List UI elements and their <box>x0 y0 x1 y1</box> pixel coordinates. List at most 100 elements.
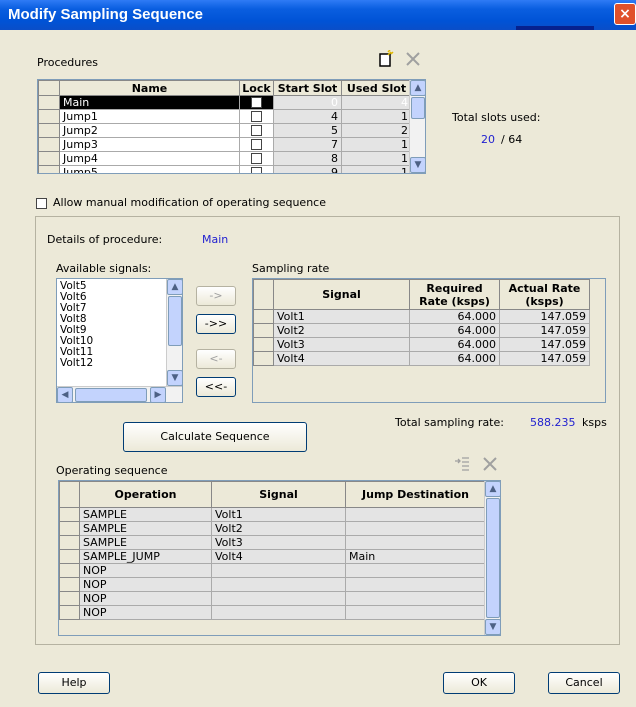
procedures-table[interactable]: Name Lock Start Slot Used Slot Main ✓ 0 4 Ju… <box>37 79 426 174</box>
procedure-lock[interactable] <box>239 123 274 138</box>
required-rate[interactable]: 64.000 <box>409 337 500 352</box>
row-header[interactable] <box>38 151 60 166</box>
scroll-down-icon[interactable]: ▼ <box>485 619 500 635</box>
jump-destination[interactable] <box>345 591 486 606</box>
procedure-lock[interactable] <box>239 165 274 173</box>
help-button[interactable]: Help <box>38 672 110 694</box>
operation-signal[interactable]: Volt3 <box>211 535 346 550</box>
procedure-row[interactable]: Jump2 5 2 <box>38 123 412 138</box>
available-signals-list[interactable]: Volt5 Volt6 Volt7 Volt8 Volt9 Volt10 Volt11 Vol… <box>56 278 183 403</box>
ok-button[interactable]: OK <box>443 672 515 694</box>
lock-checkbox[interactable] <box>251 139 262 150</box>
operation-row[interactable]: SAMPLE Volt2 <box>59 521 486 536</box>
col-signal[interactable]: Signal <box>273 279 410 310</box>
row-header[interactable] <box>38 123 60 138</box>
required-rate[interactable]: 64.000 <box>409 323 500 338</box>
row-header[interactable] <box>59 577 80 592</box>
manual-mod-check-box[interactable] <box>36 197 47 209</box>
procedure-name[interactable]: Main <box>59 95 240 110</box>
opseq-scrollbar[interactable]: ▲ ▼ <box>484 481 500 635</box>
operation[interactable]: NOP <box>79 563 212 578</box>
scroll-up-icon[interactable]: ▲ <box>167 279 182 295</box>
operating-sequence-table[interactable]: Operation Signal Jump Destination SAMPLE… <box>58 480 501 636</box>
operation-row[interactable]: NOP <box>59 605 486 620</box>
lock-checkbox[interactable] <box>251 125 262 136</box>
delete-procedure-button[interactable] <box>402 50 424 70</box>
close-icon[interactable]: × <box>614 3 636 25</box>
sampling-row[interactable]: Volt2 64.000 147.059 <box>253 323 590 338</box>
required-rate[interactable]: 64.000 <box>409 351 500 366</box>
available-signal-item[interactable]: Volt12 <box>57 358 182 369</box>
operation[interactable]: NOP <box>79 591 212 606</box>
col-operation[interactable]: Operation <box>79 481 212 508</box>
row-header[interactable] <box>59 535 80 550</box>
available-vscroll[interactable]: ▲ ▼ <box>166 279 182 386</box>
col-actual-rate[interactable]: Actual Rate (ksps) <box>499 279 590 310</box>
operation-row[interactable]: SAMPLE Volt3 <box>59 535 486 550</box>
lock-checkbox[interactable] <box>251 167 262 173</box>
procedure-lock[interactable] <box>239 109 274 124</box>
procedure-row[interactable]: Main ✓ 0 4 <box>38 95 412 110</box>
procedure-row[interactable]: Jump3 7 1 <box>38 137 412 152</box>
operation[interactable]: SAMPLE <box>79 507 212 522</box>
procedure-name[interactable]: Jump1 <box>59 109 240 124</box>
row-header[interactable] <box>253 323 274 338</box>
calculate-sequence-button[interactable]: Calculate Sequence <box>123 422 307 452</box>
scroll-left-icon[interactable]: ◀ <box>57 387 73 402</box>
operation[interactable]: SAMPLE <box>79 535 212 550</box>
new-procedure-button[interactable] <box>374 49 396 70</box>
procedure-lock[interactable] <box>239 151 274 166</box>
col-jump-destination[interactable]: Jump Destination <box>345 481 486 508</box>
procedure-row[interactable]: Jump5 9 1 <box>38 165 412 173</box>
operation-signal[interactable] <box>211 563 346 578</box>
sampling-rate-table[interactable]: Signal Required Rate (ksps) Actual Rate … <box>252 278 606 403</box>
scroll-thumb[interactable] <box>486 498 500 618</box>
scroll-thumb[interactable] <box>411 97 425 119</box>
jump-destination[interactable]: Main <box>345 549 486 564</box>
lock-checkbox[interactable] <box>251 153 262 164</box>
row-header[interactable] <box>59 507 80 522</box>
operation-row[interactable]: SAMPLE_JUMP Volt4 Main <box>59 549 486 564</box>
operation-signal[interactable]: Volt1 <box>211 507 346 522</box>
procedures-scrollbar[interactable]: ▲ ▼ <box>409 80 425 173</box>
row-header[interactable] <box>38 137 60 152</box>
procedure-lock[interactable]: ✓ <box>239 95 274 110</box>
row-header[interactable] <box>38 165 60 173</box>
add-signal-button[interactable]: -> <box>196 286 236 306</box>
col-required-rate[interactable]: Required Rate (ksps) <box>409 279 500 310</box>
procedure-lock[interactable] <box>239 137 274 152</box>
procedure-row[interactable]: Jump1 4 1 <box>38 109 412 124</box>
col-lock[interactable]: Lock <box>239 80 274 96</box>
procedure-name[interactable]: Jump4 <box>59 151 240 166</box>
remove-signal-button[interactable]: <- <box>196 349 236 369</box>
row-header[interactable] <box>59 563 80 578</box>
scroll-right-icon[interactable]: ▶ <box>150 387 166 402</box>
row-header[interactable] <box>253 309 274 324</box>
sampling-row[interactable]: Volt4 64.000 147.059 <box>253 351 590 366</box>
operation-signal[interactable] <box>211 577 346 592</box>
lock-checkbox[interactable] <box>251 111 262 122</box>
col-signal[interactable]: Signal <box>211 481 346 508</box>
operation-row[interactable]: SAMPLE Volt1 <box>59 507 486 522</box>
operation-row[interactable]: NOP <box>59 577 486 592</box>
row-header[interactable] <box>38 109 60 124</box>
row-header[interactable] <box>38 95 60 110</box>
procedure-name[interactable]: Jump3 <box>59 137 240 152</box>
remove-all-signals-button[interactable]: <<- <box>196 377 236 397</box>
jump-destination[interactable] <box>345 535 486 550</box>
row-header[interactable] <box>253 337 274 352</box>
lock-checkbox[interactable]: ✓ <box>251 97 262 108</box>
procedure-row[interactable]: Jump4 8 1 <box>38 151 412 166</box>
operation[interactable]: SAMPLE <box>79 521 212 536</box>
add-all-signals-button[interactable]: ->> <box>196 314 236 334</box>
required-rate[interactable]: 64.000 <box>409 309 500 324</box>
procedure-name[interactable]: Jump2 <box>59 123 240 138</box>
procedure-name[interactable]: Jump5 <box>59 165 240 173</box>
jump-destination[interactable] <box>345 521 486 536</box>
row-header[interactable] <box>59 521 80 536</box>
operation-row[interactable]: NOP <box>59 563 486 578</box>
col-name[interactable]: Name <box>59 80 240 96</box>
jump-destination[interactable] <box>345 507 486 522</box>
hscroll-thumb[interactable] <box>75 388 147 402</box>
sampling-row[interactable]: Volt3 64.000 147.059 <box>253 337 590 352</box>
